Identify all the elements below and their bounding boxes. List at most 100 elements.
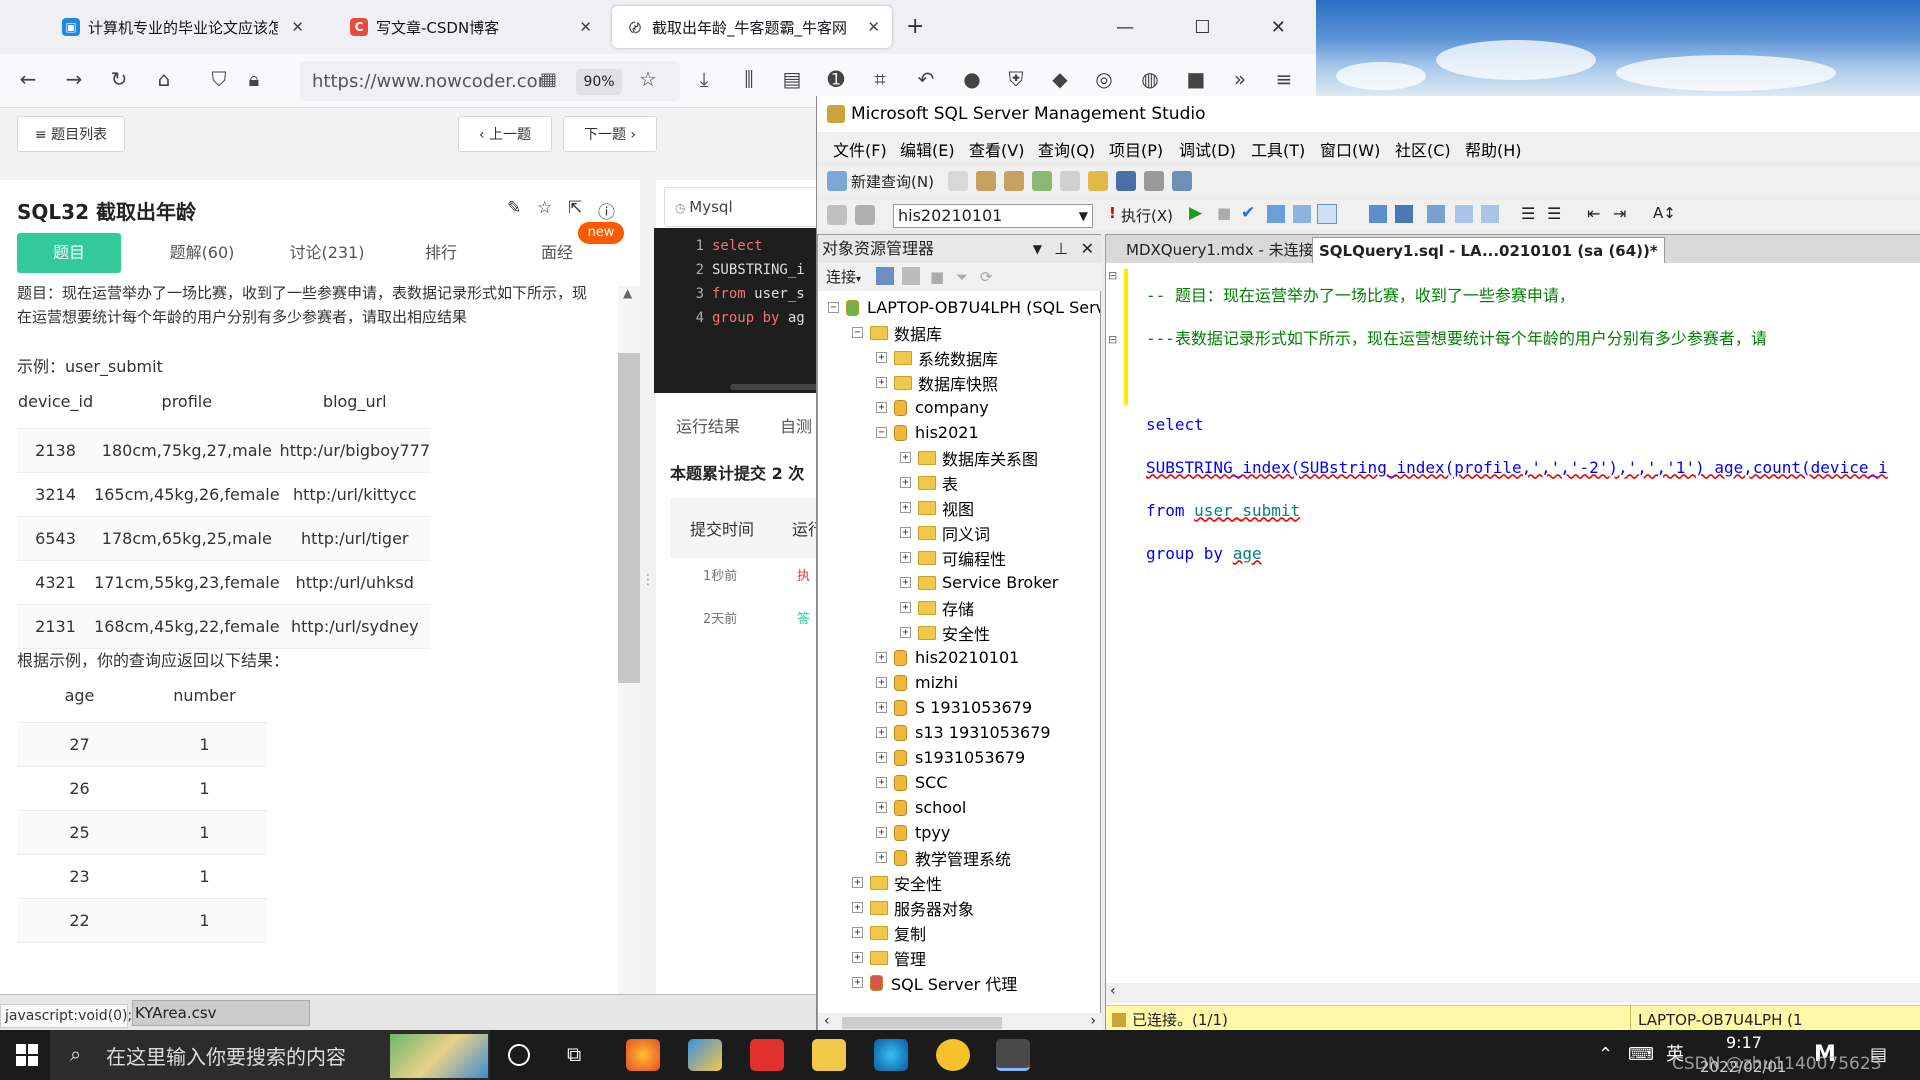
outdent-icon[interactable]: ☰ <box>1521 204 1535 223</box>
connect-icon[interactable] <box>827 205 847 225</box>
undo-icon[interactable]: ↶ <box>912 67 940 91</box>
tree-node[interactable]: + 数据库快照 <box>876 370 998 395</box>
tree-node[interactable]: + his20210101 <box>876 645 1019 670</box>
expand-icon[interactable]: + <box>900 602 911 613</box>
wps-taskbar-icon[interactable] <box>750 1039 784 1071</box>
expand-icon[interactable]: + <box>900 577 911 588</box>
tree-node[interactable]: + company <box>876 395 989 420</box>
expand-icon[interactable]: + <box>852 902 863 913</box>
expand-icon[interactable]: + <box>852 977 863 988</box>
execute-icon[interactable]: ! <box>1109 204 1116 222</box>
expand-icon[interactable]: + <box>852 952 863 963</box>
shield-icon[interactable]: ⛉ <box>205 67 233 91</box>
editor-hscrollbar[interactable] <box>730 384 830 390</box>
language-select[interactable]: ◷ Mysql <box>664 187 824 227</box>
menu-window[interactable]: 窗口(W) <box>1320 137 1380 161</box>
menu-icon[interactable]: ≡ <box>1270 67 1298 91</box>
new-file-icon[interactable] <box>947 171 968 191</box>
sql-editor[interactable]: -- 题目：现在运营举办了一场比赛，收到了一些参赛申请， ---表数据记录形式如… <box>1128 263 1918 1003</box>
collapse-icon[interactable]: − <box>876 427 887 438</box>
print-icon[interactable] <box>1143 171 1164 191</box>
app2-taskbar-icon[interactable] <box>936 1039 970 1071</box>
collapse-icon[interactable]: ⊟ <box>1108 269 1117 282</box>
expand-icon[interactable]: + <box>852 927 863 938</box>
download-file[interactable]: KYArea.csv <box>132 1000 310 1026</box>
tab-interview[interactable]: 面经 <box>517 233 597 273</box>
menu-query[interactable]: 查询(Q) <box>1038 137 1095 161</box>
tab-sql-query[interactable]: SQLQuery1.sql - LA...0210101 (sa (64))* <box>1312 237 1665 263</box>
parse-check-icon[interactable]: ✔ <box>1241 203 1255 223</box>
intellisense-icon[interactable] <box>1317 204 1337 224</box>
file-explorer-taskbar-icon[interactable] <box>812 1039 846 1071</box>
tab-solutions[interactable]: 题解(60) <box>147 233 257 273</box>
expand-icon[interactable]: + <box>876 652 887 663</box>
scrollbar-thumb[interactable] <box>618 353 640 683</box>
close-tab-icon[interactable]: ✕ <box>579 18 592 36</box>
expand-icon[interactable]: + <box>900 527 911 538</box>
pin-icon[interactable]: ⊥ <box>1054 235 1068 263</box>
scroll-left-icon[interactable]: ‹ <box>1110 983 1116 999</box>
expand-icon[interactable]: + <box>876 377 887 388</box>
stop-icon[interactable]: ■ <box>930 263 944 291</box>
prev-problem-button[interactable]: ‹ 上一题 <box>458 116 552 152</box>
share-icon[interactable]: ⇱ <box>568 198 582 218</box>
specify-values-icon[interactable]: A↕ <box>1653 204 1676 222</box>
tree-node[interactable]: − 数据库 <box>852 320 942 345</box>
tree-node[interactable]: + 安全性 <box>852 870 942 895</box>
reload-icon[interactable]: ↻ <box>105 67 133 91</box>
execute-button[interactable]: 执行(X) <box>1121 205 1173 226</box>
tree-node[interactable]: + s13 1931053679 <box>876 720 1051 745</box>
expand-icon[interactable]: + <box>876 777 887 788</box>
increase-indent-icon[interactable]: ⇥ <box>1613 204 1626 223</box>
tree-node[interactable]: + 服务器对象 <box>852 895 974 920</box>
tab-discussion[interactable]: 讨论(231) <box>267 233 387 273</box>
dropdown-icon[interactable]: ▼ <box>1033 235 1042 263</box>
close-tab-icon[interactable]: ✕ <box>291 18 304 36</box>
expand-icon[interactable]: + <box>900 502 911 513</box>
browser-tab-2[interactable]: C 写文章-CSDN博客 ✕ <box>336 6 604 48</box>
expand-icon[interactable]: + <box>900 477 911 488</box>
query-options-icon[interactable] <box>1293 205 1311 223</box>
dmx-query-icon[interactable] <box>1031 171 1052 191</box>
maximize-icon[interactable]: ☐ <box>1194 17 1210 38</box>
change-connection-icon[interactable] <box>855 205 875 225</box>
tree-node[interactable]: + 数据库关系图 <box>900 445 1038 470</box>
submission-status[interactable]: 答 <box>797 608 810 627</box>
close-panel-icon[interactable]: ✕ <box>1081 235 1094 263</box>
tree-node[interactable]: + 表 <box>900 470 958 495</box>
tree-node[interactable]: + 可编程性 <box>900 545 1006 570</box>
menu-file[interactable]: 文件(F) <box>833 137 887 161</box>
debug-play-icon[interactable]: ▶ <box>1189 203 1202 223</box>
expand-icon[interactable]: + <box>876 852 887 863</box>
task-view-icon[interactable]: ⧉ <box>567 1042 581 1066</box>
extension-icon[interactable]: ● <box>958 67 986 91</box>
tree-node[interactable]: + SQL Server 代理 <box>852 970 1017 995</box>
menu-community[interactable]: 社区(C) <box>1395 137 1451 161</box>
tab-self-test[interactable]: 自测 <box>780 413 812 437</box>
database-select[interactable]: his20210101 ▼ <box>893 204 1093 228</box>
tab-ranking[interactable]: 排行 <box>401 233 481 273</box>
tree-node[interactable]: + 安全性 <box>900 620 990 645</box>
tab-problem[interactable]: 题目 <box>17 233 121 273</box>
browser-tab-1[interactable]: ▣ 计算机专业的毕业论文应该怎么 ✕ <box>48 6 316 48</box>
decrease-indent-icon[interactable]: ⇤ <box>1587 204 1600 223</box>
tree-node[interactable]: + 同义词 <box>900 520 990 545</box>
expand-icon[interactable]: + <box>900 452 911 463</box>
tab-run-result[interactable]: 运行结果 <box>676 413 740 437</box>
db-engine-query-icon[interactable] <box>975 171 996 191</box>
expand-icon[interactable]: + <box>876 702 887 713</box>
indent-icon[interactable]: ☰ <box>1547 204 1561 223</box>
globe-icon[interactable]: ◍ <box>1136 67 1164 91</box>
tree-node[interactable]: + tpyy <box>876 820 950 845</box>
collapse-icon[interactable]: ⊟ <box>1108 333 1117 346</box>
activity-monitor-icon[interactable] <box>1171 171 1192 191</box>
crop-icon[interactable]: ⌗ <box>866 67 894 91</box>
collapse-icon[interactable]: − <box>828 302 839 313</box>
forward-icon[interactable]: → <box>60 67 88 91</box>
comment-icon[interactable] <box>1455 205 1473 223</box>
filter-icon[interactable]: ⏷ <box>956 263 968 291</box>
analysis-query-icon[interactable] <box>1003 171 1024 191</box>
firefox-taskbar-icon[interactable] <box>626 1039 660 1071</box>
tree-node[interactable]: + SCC <box>876 770 948 795</box>
menu-view[interactable]: 查看(V) <box>969 137 1024 161</box>
